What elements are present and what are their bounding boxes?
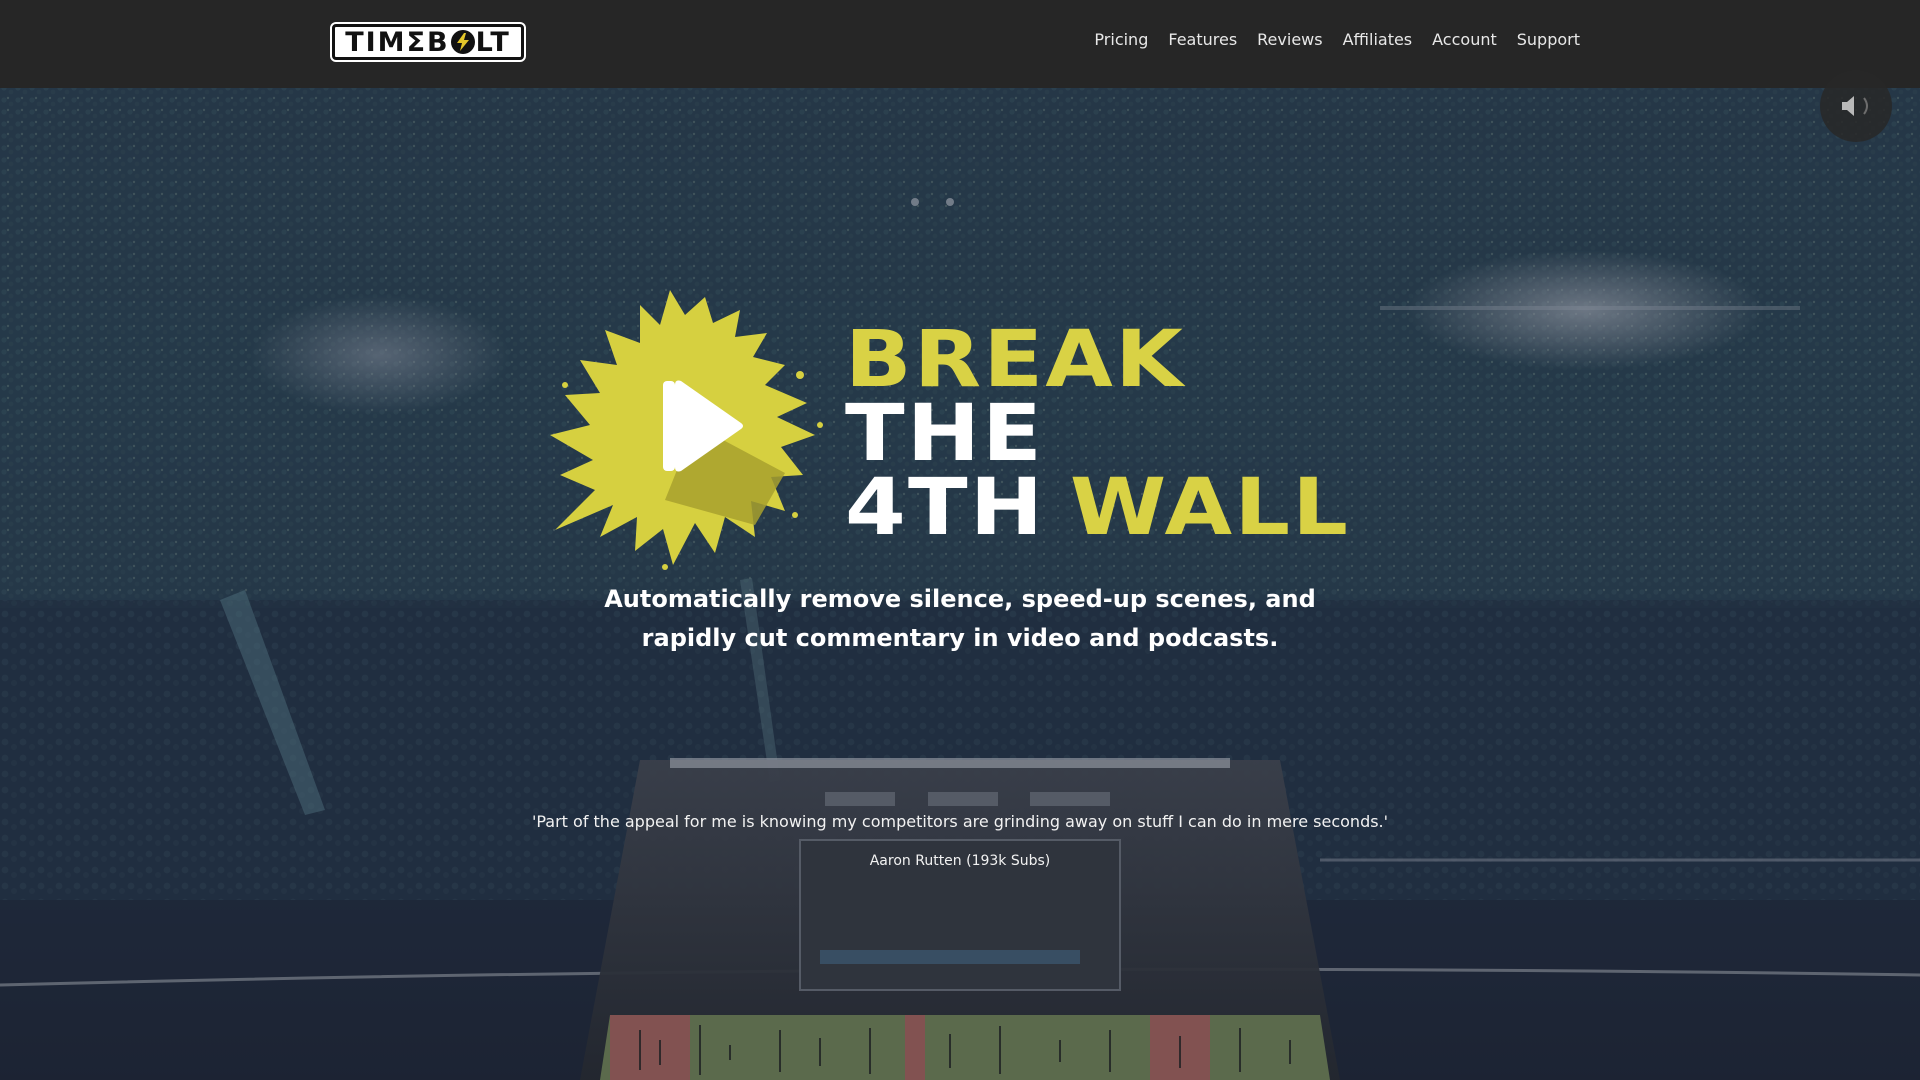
nav-link-support[interactable]: Support [1517,30,1580,49]
headline-4th-wall: 4TH WALL [845,463,1351,554]
nav-link-account[interactable]: Account [1432,30,1497,49]
timebolt-logo[interactable]: TIMΣB LT [332,24,524,60]
speaker-muted-icon [1842,96,1868,116]
hero-logo: BREAK THE 4TH WALL [545,285,1385,570]
top-navigation-bar: TIMΣB LT Pricing Features Reviews Affilia… [0,0,1920,88]
nav-link-features[interactable]: Features [1168,30,1237,49]
mute-toggle-button[interactable] [1820,70,1892,142]
nav-link-affiliates[interactable]: Affiliates [1343,30,1413,49]
logo-wordmark: TIMΣB LT [345,26,511,58]
headline-break: BREAK [845,315,1186,405]
nav-link-pricing[interactable]: Pricing [1094,30,1148,49]
play-splash-graphic [550,290,823,570]
nav-link-reviews[interactable]: Reviews [1257,30,1322,49]
headline-the: THE [845,389,1045,480]
hero-tagline: Automatically remove silence, speed-up s… [604,585,1316,652]
page: TIMΣB LT Pricing Features Reviews Affilia… [0,0,1920,1080]
lightning-bolt-icon [450,29,475,54]
testimonial-quote: 'Part of the appeal for me is knowing my… [531,812,1389,831]
main-nav: Pricing Features Reviews Affiliates Acco… [1094,30,1580,49]
hero-headline: BREAK THE 4TH WALL [845,321,1348,547]
testimonial-author: Aaron Rutten (193k Subs) [869,853,1051,869]
